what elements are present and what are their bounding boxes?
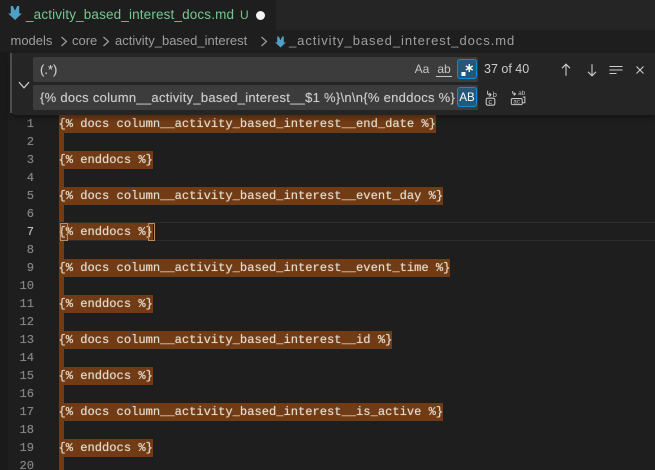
- svg-text:b: b: [493, 90, 497, 99]
- svg-text:ac: ac: [513, 99, 521, 106]
- svg-text:ab: ab: [518, 90, 526, 97]
- svg-text:c: c: [488, 97, 492, 106]
